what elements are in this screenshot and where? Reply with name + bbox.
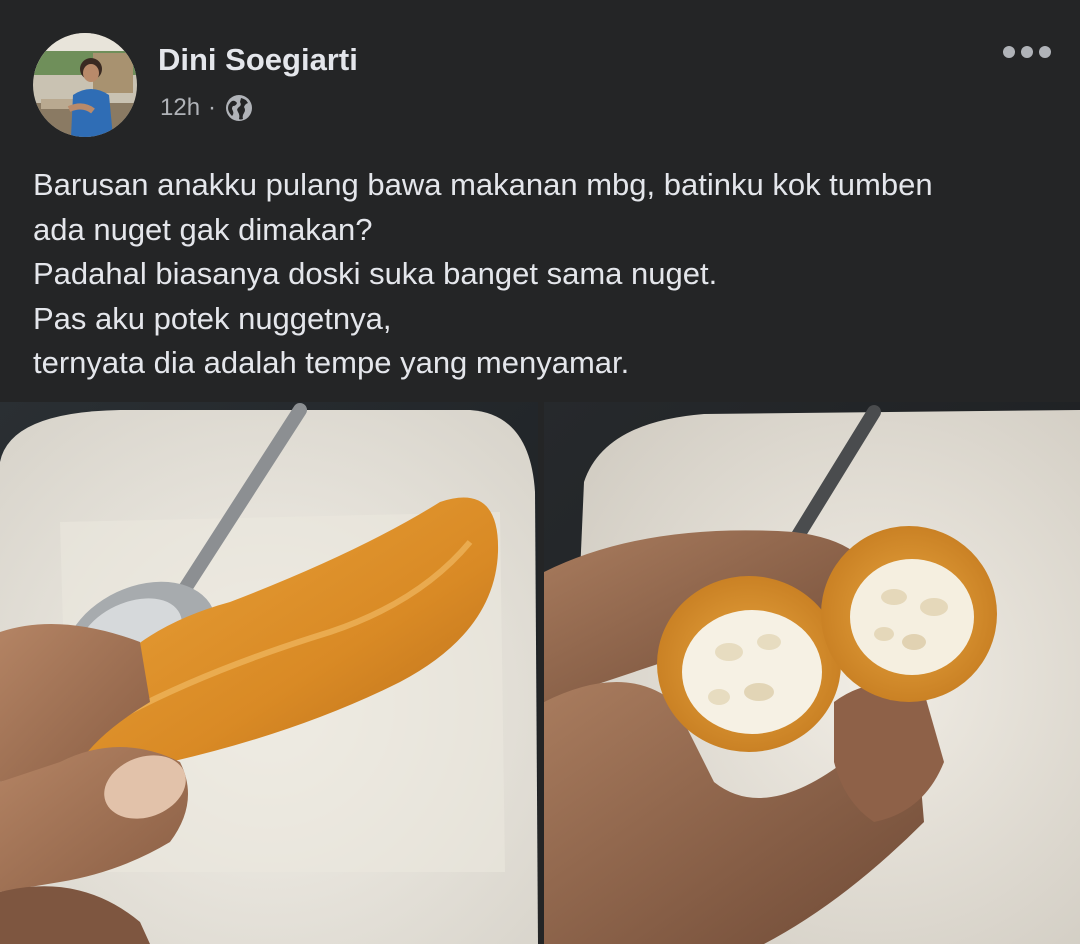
more-options-icon[interactable] <box>995 34 1059 70</box>
post-photo-tempeh-inside[interactable] <box>544 402 1080 944</box>
facebook-post: Dini Soegiarti 12h · Barusan anakku pula… <box>0 0 1080 944</box>
post-text-line: Padahal biasanya doski suka banget sama … <box>33 256 718 291</box>
post-text-line: ternyata dia adalah tempe yang menyamar. <box>33 345 630 380</box>
meta-separator: · <box>208 94 217 121</box>
post-timestamp[interactable]: 12h <box>160 94 200 122</box>
globe-icon[interactable] <box>224 93 254 123</box>
post-text: Barusan anakku pulang bawa makanan mbg, … <box>33 163 1053 386</box>
post-text-line: ada nuget gak dimakan? <box>33 211 373 247</box>
post-text-line: Barusan anakku pulang bawa makanan mbg, … <box>33 167 933 202</box>
author-avatar[interactable] <box>33 33 137 137</box>
post-meta: 12h · <box>160 92 254 124</box>
author-name[interactable]: Dini Soegiarti <box>158 42 358 78</box>
post-photo-whole-nugget[interactable] <box>0 402 538 944</box>
post-text-line: Pas aku potek nuggetnya, <box>33 300 392 336</box>
